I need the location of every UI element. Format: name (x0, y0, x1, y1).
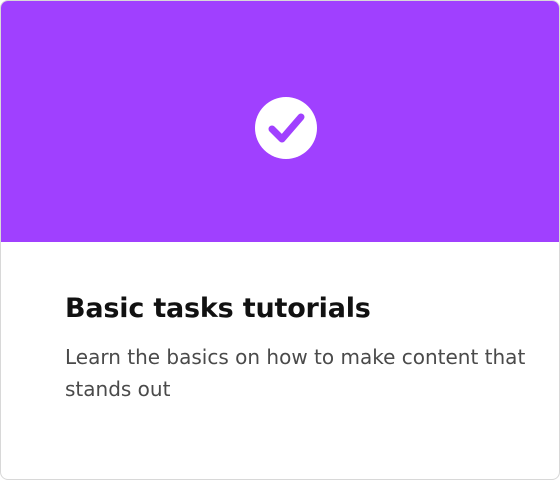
card-description: Learn the basics on how to make content … (65, 345, 526, 401)
card-title: Basic tasks tutorials (65, 293, 371, 324)
tutorial-card[interactable]: Basic tasks tutorials Learn the basics o… (0, 0, 560, 480)
card-hero-banner (1, 1, 559, 242)
card-content: Basic tasks tutorials Learn the basics o… (65, 289, 535, 405)
checkmark-circle-icon (255, 97, 317, 159)
